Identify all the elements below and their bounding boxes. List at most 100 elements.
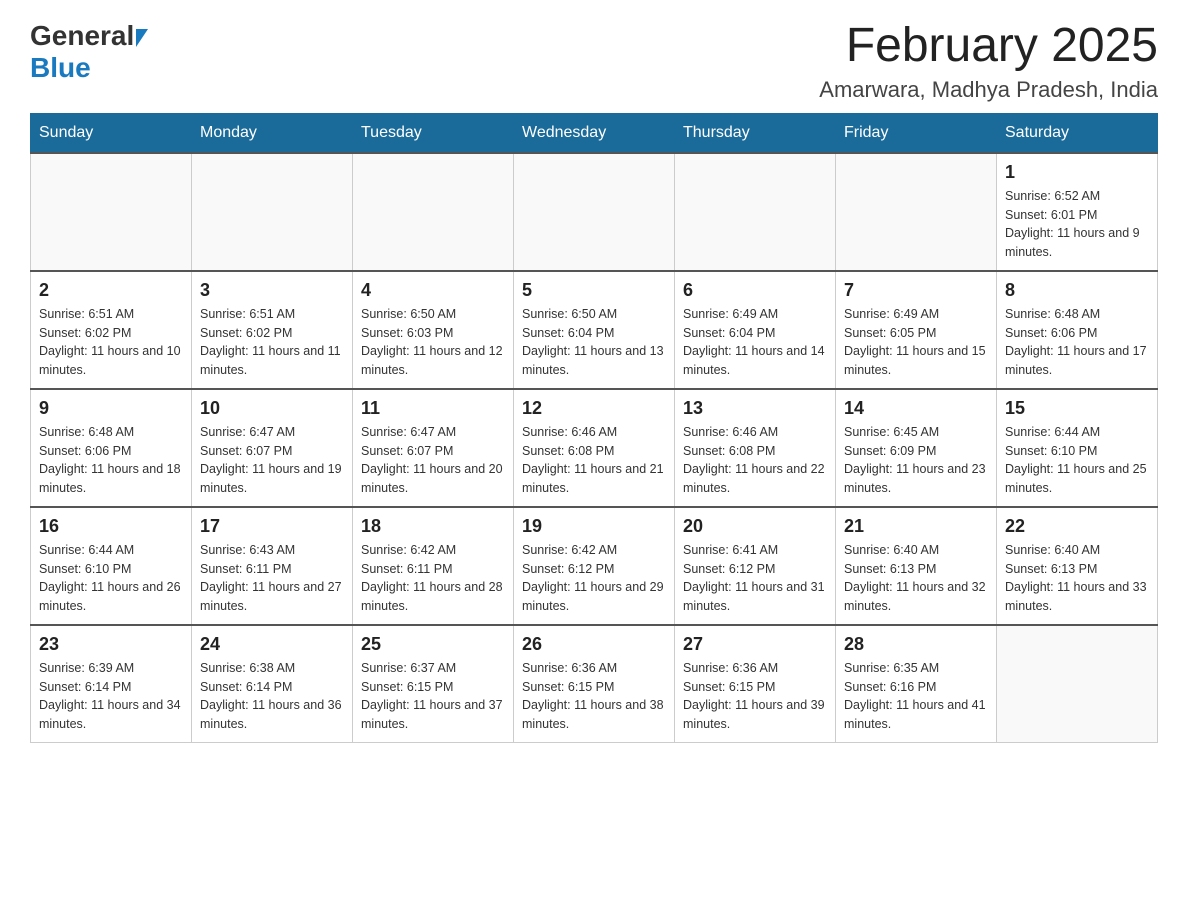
calendar-cell (31, 153, 192, 271)
day-number: 5 (522, 280, 666, 301)
day-number: 24 (200, 634, 344, 655)
day-number: 8 (1005, 280, 1149, 301)
calendar-cell: 19 Sunrise: 6:42 AMSunset: 6:12 PMDayligh… (514, 507, 675, 625)
day-number: 26 (522, 634, 666, 655)
calendar-table: SundayMondayTuesdayWednesdayThursdayFrid… (30, 113, 1158, 743)
day-info: Sunrise: 6:45 AMSunset: 6:09 PMDaylight:… (844, 423, 988, 498)
calendar-cell: 12Sunrise: 6:46 AMSunset: 6:08 PMDayligh… (514, 389, 675, 507)
day-number: 7 (844, 280, 988, 301)
calendar-cell: 13 Sunrise: 6:46 AMSunset: 6:08 PMDayligh… (675, 389, 836, 507)
day-number: 2 (39, 280, 183, 301)
day-of-week-header: Sunday (31, 113, 192, 153)
calendar-cell: 4 Sunrise: 6:50 AMSunset: 6:03 PMDaylight… (353, 271, 514, 389)
logo: General Blue (30, 20, 148, 84)
day-info: Sunrise: 6:37 AMSunset: 6:15 PMDaylight:… (361, 659, 505, 734)
calendar-cell: 2 Sunrise: 6:51 AMSunset: 6:02 PMDaylight… (31, 271, 192, 389)
day-info: Sunrise: 6:51 AMSunset: 6:02 PMDaylight:… (39, 305, 183, 380)
calendar-week-row: 9 Sunrise: 6:48 AMSunset: 6:06 PMDaylight… (31, 389, 1158, 507)
day-of-week-header: Monday (192, 113, 353, 153)
day-number: 21 (844, 516, 988, 537)
day-of-week-header: Tuesday (353, 113, 514, 153)
day-info: Sunrise: 6:41 AMSunset: 6:12 PMDaylight:… (683, 541, 827, 616)
logo-blue-text: Blue (30, 52, 91, 84)
logo-arrow-icon (136, 29, 148, 47)
day-info: Sunrise: 6:39 AMSunset: 6:14 PMDaylight:… (39, 659, 183, 734)
calendar-cell: 22 Sunrise: 6:40 AMSunset: 6:13 PMDayligh… (997, 507, 1158, 625)
calendar-cell: 21 Sunrise: 6:40 AMSunset: 6:13 PMDayligh… (836, 507, 997, 625)
calendar-cell: 11Sunrise: 6:47 AMSunset: 6:07 PMDayligh… (353, 389, 514, 507)
calendar-cell: 1 Sunrise: 6:52 AMSunset: 6:01 PMDaylight… (997, 153, 1158, 271)
day-info: Sunrise: 6:35 AMSunset: 6:16 PMDaylight:… (844, 659, 988, 734)
calendar-cell: 6 Sunrise: 6:49 AMSunset: 6:04 PMDaylight… (675, 271, 836, 389)
day-of-week-header: Wednesday (514, 113, 675, 153)
day-number: 10 (200, 398, 344, 419)
day-info: Sunrise: 6:38 AMSunset: 6:14 PMDaylight:… (200, 659, 344, 734)
calendar-cell: 10 Sunrise: 6:47 AMSunset: 6:07 PMDayligh… (192, 389, 353, 507)
calendar-cell: 28 Sunrise: 6:35 AMSunset: 6:16 PMDayligh… (836, 625, 997, 743)
day-info: Sunrise: 6:47 AMSunset: 6:07 PMDaylight:… (361, 423, 505, 498)
day-number: 16 (39, 516, 183, 537)
calendar-cell: 8Sunrise: 6:48 AMSunset: 6:06 PMDaylight… (997, 271, 1158, 389)
day-info: Sunrise: 6:50 AMSunset: 6:03 PMDaylight:… (361, 305, 505, 380)
calendar-cell: 14 Sunrise: 6:45 AMSunset: 6:09 PMDayligh… (836, 389, 997, 507)
day-number: 23 (39, 634, 183, 655)
day-number: 4 (361, 280, 505, 301)
day-of-week-header: Thursday (675, 113, 836, 153)
day-info: Sunrise: 6:44 AMSunset: 6:10 PMDaylight:… (1005, 423, 1149, 498)
day-number: 18 (361, 516, 505, 537)
day-number: 28 (844, 634, 988, 655)
calendar-cell: 20 Sunrise: 6:41 AMSunset: 6:12 PMDayligh… (675, 507, 836, 625)
calendar-cell: 3 Sunrise: 6:51 AMSunset: 6:02 PMDaylight… (192, 271, 353, 389)
day-info: Sunrise: 6:48 AMSunset: 6:06 PMDaylight:… (39, 423, 183, 498)
day-info: Sunrise: 6:49 AMSunset: 6:05 PMDaylight:… (844, 305, 988, 380)
calendar-cell: 5 Sunrise: 6:50 AMSunset: 6:04 PMDaylight… (514, 271, 675, 389)
day-info: Sunrise: 6:40 AMSunset: 6:13 PMDaylight:… (1005, 541, 1149, 616)
day-info: Sunrise: 6:49 AMSunset: 6:04 PMDaylight:… (683, 305, 827, 380)
calendar-cell (353, 153, 514, 271)
calendar-cell: 7 Sunrise: 6:49 AMSunset: 6:05 PMDaylight… (836, 271, 997, 389)
day-info: Sunrise: 6:47 AMSunset: 6:07 PMDaylight:… (200, 423, 344, 498)
day-number: 12 (522, 398, 666, 419)
calendar-cell: 17 Sunrise: 6:43 AMSunset: 6:11 PMDayligh… (192, 507, 353, 625)
calendar-cell: 27 Sunrise: 6:36 AMSunset: 6:15 PMDayligh… (675, 625, 836, 743)
day-info: Sunrise: 6:36 AMSunset: 6:15 PMDaylight:… (522, 659, 666, 734)
calendar-week-row: 2 Sunrise: 6:51 AMSunset: 6:02 PMDaylight… (31, 271, 1158, 389)
day-info: Sunrise: 6:51 AMSunset: 6:02 PMDaylight:… (200, 305, 344, 380)
day-info: Sunrise: 6:46 AMSunset: 6:08 PMDaylight:… (683, 423, 827, 498)
day-number: 9 (39, 398, 183, 419)
day-info: Sunrise: 6:42 AMSunset: 6:12 PMDaylight:… (522, 541, 666, 616)
day-number: 13 (683, 398, 827, 419)
calendar-cell: 23 Sunrise: 6:39 AMSunset: 6:14 PMDayligh… (31, 625, 192, 743)
calendar-header-row: SundayMondayTuesdayWednesdayThursdayFrid… (31, 113, 1158, 153)
day-number: 15 (1005, 398, 1149, 419)
day-number: 25 (361, 634, 505, 655)
location-title: Amarwara, Madhya Pradesh, India (819, 77, 1158, 103)
day-info: Sunrise: 6:40 AMSunset: 6:13 PMDaylight:… (844, 541, 988, 616)
calendar-cell: 15 Sunrise: 6:44 AMSunset: 6:10 PMDayligh… (997, 389, 1158, 507)
day-number: 27 (683, 634, 827, 655)
day-info: Sunrise: 6:50 AMSunset: 6:04 PMDaylight:… (522, 305, 666, 380)
day-info: Sunrise: 6:43 AMSunset: 6:11 PMDaylight:… (200, 541, 344, 616)
day-of-week-header: Friday (836, 113, 997, 153)
month-title: February 2025 (819, 20, 1158, 73)
day-number: 6 (683, 280, 827, 301)
calendar-cell: 25 Sunrise: 6:37 AMSunset: 6:15 PMDayligh… (353, 625, 514, 743)
calendar-week-row: 16Sunrise: 6:44 AMSunset: 6:10 PMDayligh… (31, 507, 1158, 625)
day-number: 1 (1005, 162, 1149, 183)
day-number: 20 (683, 516, 827, 537)
day-info: Sunrise: 6:36 AMSunset: 6:15 PMDaylight:… (683, 659, 827, 734)
day-number: 22 (1005, 516, 1149, 537)
day-info: Sunrise: 6:42 AMSunset: 6:11 PMDaylight:… (361, 541, 505, 616)
day-number: 3 (200, 280, 344, 301)
logo-general-text: General (30, 20, 134, 52)
calendar-cell: 26 Sunrise: 6:36 AMSunset: 6:15 PMDayligh… (514, 625, 675, 743)
day-number: 17 (200, 516, 344, 537)
calendar-cell (675, 153, 836, 271)
calendar-cell: 16Sunrise: 6:44 AMSunset: 6:10 PMDayligh… (31, 507, 192, 625)
calendar-cell (836, 153, 997, 271)
calendar-week-row: 1 Sunrise: 6:52 AMSunset: 6:01 PMDaylight… (31, 153, 1158, 271)
day-info: Sunrise: 6:52 AMSunset: 6:01 PMDaylight:… (1005, 187, 1149, 262)
day-number: 19 (522, 516, 666, 537)
calendar-cell: 18 Sunrise: 6:42 AMSunset: 6:11 PMDayligh… (353, 507, 514, 625)
day-number: 14 (844, 398, 988, 419)
